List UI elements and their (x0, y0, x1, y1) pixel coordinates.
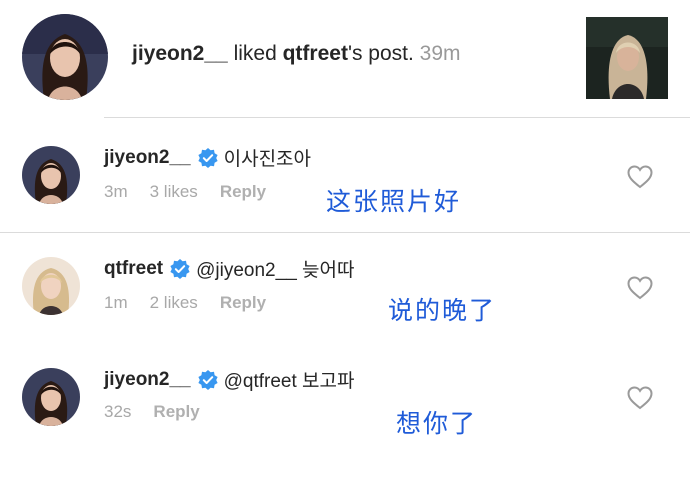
comment-meta: 32s Reply (104, 402, 222, 422)
comment-row[interactable]: jiyeon2__ 이사진조아 3m 3 likes Reply 这张照片好 (0, 130, 690, 238)
commenter-avatar[interactable] (22, 368, 80, 426)
comment-username[interactable]: qtfreet (104, 258, 163, 280)
comment-time: 3m (104, 182, 128, 201)
comment-row[interactable]: qtfreet @jiyeon2__ 늦어따 1m 2 likes Reply 说的… (0, 241, 690, 349)
divider (0, 232, 690, 233)
heart-outline-icon[interactable] (627, 386, 653, 410)
caption-overlay: 想你了 (396, 409, 478, 438)
reply-button[interactable]: Reply (220, 182, 266, 201)
reply-button[interactable]: Reply (220, 293, 266, 312)
verified-badge-icon (198, 147, 218, 168)
like-notification[interactable]: jiyeon2__ liked qtfreet's post. 39m (0, 0, 690, 118)
comment-text: 이사진조아 (223, 149, 312, 170)
commenter-avatar[interactable] (22, 146, 80, 204)
comment-meta: 3m 3 likes Reply (104, 182, 288, 202)
comment-username[interactable]: jiyeon2__ (104, 147, 191, 169)
comment-content: qtfreet @jiyeon2__ 늦어따 (104, 255, 354, 282)
comment-text: @qtfreet 보고파 (223, 371, 355, 392)
notification-action: liked (227, 42, 283, 65)
actor-avatar[interactable] (22, 14, 108, 100)
notification-time: 39m (419, 42, 461, 65)
heart-outline-icon[interactable] (627, 165, 653, 189)
comment-text: @jiyeon2__ 늦어따 (196, 260, 355, 281)
actor-username[interactable]: jiyeon2__ (132, 42, 228, 65)
caption-overlay: 说的晚了 (388, 296, 497, 325)
comment-meta: 1m 2 likes Reply (104, 293, 288, 313)
comment-likes[interactable]: 2 likes (150, 293, 198, 312)
verified-badge-icon (198, 369, 218, 390)
comment-content: jiyeon2__ 이사진조아 (104, 144, 311, 171)
notification-suffix: 's post. (347, 42, 414, 65)
notification-text: jiyeon2__ liked qtfreet's post. 39m (132, 42, 461, 66)
target-username[interactable]: qtfreet (283, 42, 348, 65)
reply-button[interactable]: Reply (153, 402, 199, 421)
commenter-avatar[interactable] (22, 257, 80, 315)
comment-time: 32s (104, 402, 132, 421)
comment-likes[interactable]: 3 likes (150, 182, 198, 201)
comment-time: 1m (104, 293, 128, 312)
comment-row[interactable]: jiyeon2__ @qtfreet 보고파 32s Reply 想你了 (0, 352, 690, 460)
divider (104, 117, 690, 118)
post-thumbnail[interactable] (586, 17, 668, 99)
caption-overlay: 这张照片好 (326, 187, 462, 216)
heart-outline-icon[interactable] (627, 276, 653, 300)
comment-content: jiyeon2__ @qtfreet 보고파 (104, 366, 354, 393)
comment-username[interactable]: jiyeon2__ (104, 369, 191, 391)
verified-badge-icon (170, 258, 190, 279)
